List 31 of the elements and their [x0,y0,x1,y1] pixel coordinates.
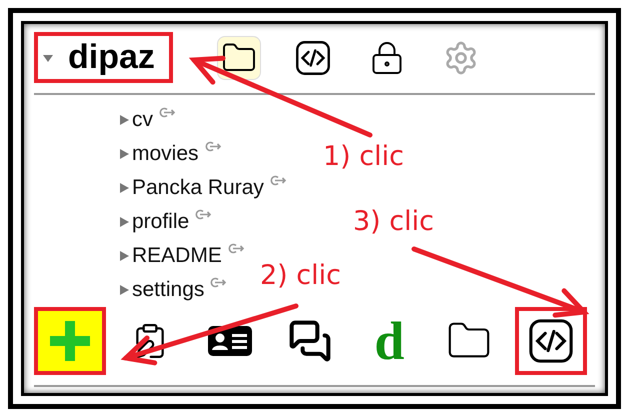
annotation-label: 2) clic [260,260,341,291]
tree-item[interactable]: Pancka Ruray [132,176,264,200]
tree-item[interactable]: settings [132,278,204,302]
expand-icon[interactable] [118,216,130,228]
expand-icon[interactable] [118,250,130,262]
expand-icon[interactable] [118,182,130,194]
plus-icon [48,319,92,363]
id-card-icon [208,326,252,356]
add-button[interactable] [34,307,106,375]
chat-icon [288,319,332,363]
toolbar-button[interactable] [515,307,588,375]
link-icon [159,107,176,118]
link-icon [270,175,287,186]
expand-icon[interactable] [118,114,130,126]
annotation-label: 1) clic [323,141,404,172]
code-icon [294,40,331,76]
toolbar-button[interactable]: d [353,307,426,375]
annotation-label: 3) clic [353,206,434,237]
link-icon [195,209,212,220]
expand-icon[interactable] [118,148,130,160]
tree-item[interactable]: movies [132,142,199,166]
link-icon [228,243,245,254]
tree-item[interactable]: profile [132,210,190,234]
folder-title[interactable]: dipaz [34,32,173,83]
link-icon [204,141,222,152]
expand-icon[interactable] [118,284,130,296]
tree-item[interactable]: cv [132,108,153,132]
code-icon [528,318,574,364]
link-icon [210,277,228,288]
tree-item[interactable]: README [132,244,222,268]
letter-logo: d [374,310,404,372]
